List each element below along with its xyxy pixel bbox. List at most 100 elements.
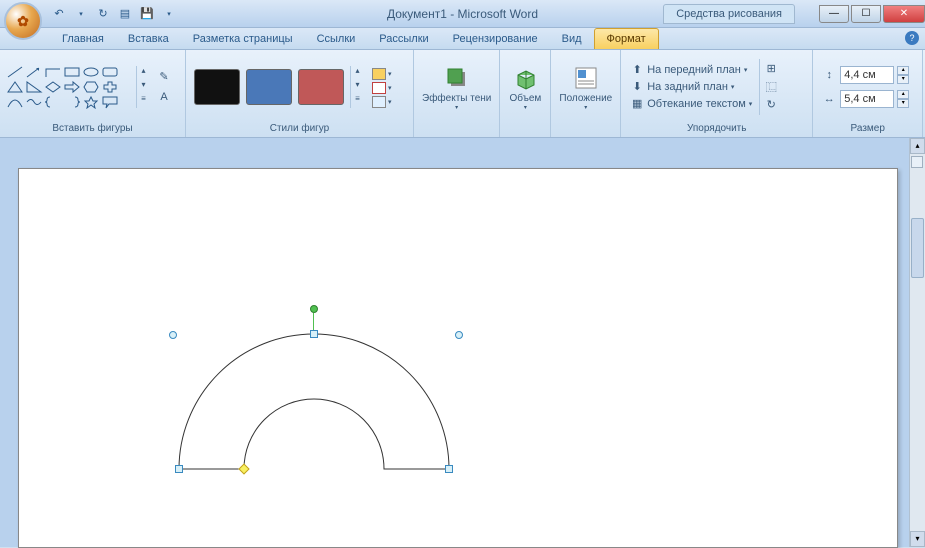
width-input[interactable]: 5,4 см <box>840 90 894 108</box>
pen-icon <box>372 82 386 94</box>
group-label-size: Размер <box>817 121 918 135</box>
change-shape-icon <box>372 96 386 108</box>
shape-rect-icon[interactable] <box>63 65 81 79</box>
position-button[interactable]: Положение ▾ <box>555 61 616 113</box>
shape-curve2-icon[interactable] <box>25 95 43 109</box>
redo-button[interactable]: ↻ <box>94 5 112 23</box>
vertical-scrollbar: ▴ ▾ <box>909 138 925 547</box>
shape-diamond-icon[interactable] <box>44 80 62 94</box>
shape-bracket-icon[interactable] <box>63 95 81 109</box>
group-label-arrange: Упорядочить <box>625 121 808 135</box>
shape-line-icon[interactable] <box>6 65 24 79</box>
shape-curve1-icon[interactable] <box>6 95 24 109</box>
bucket-icon <box>372 68 386 80</box>
scroll-up-button[interactable]: ▴ <box>910 138 925 154</box>
office-button[interactable]: ✿ <box>4 2 42 40</box>
group-label-shadow <box>418 121 495 135</box>
three-d-button[interactable]: Объем ▾ <box>504 61 546 113</box>
scroll-thumb[interactable] <box>911 218 924 278</box>
handle-bottom-right[interactable] <box>445 465 453 473</box>
style-swatch-red[interactable] <box>298 69 344 105</box>
bring-front-button[interactable]: ⬆На передний план▾ <box>627 62 755 78</box>
tab-references[interactable]: Ссылки <box>305 29 368 49</box>
handle-top-right[interactable] <box>455 331 463 339</box>
help-icon[interactable]: ? <box>905 31 919 45</box>
style-gallery-down-icon[interactable]: ▾ <box>351 80 364 94</box>
minimize-button[interactable]: — <box>819 5 849 23</box>
shape-arrowr-icon[interactable] <box>63 80 81 94</box>
handle-top[interactable] <box>310 330 318 338</box>
shape-fill-button[interactable]: ▾ <box>372 68 392 80</box>
tab-home[interactable]: Главная <box>50 29 116 49</box>
shape-brace-icon[interactable] <box>44 95 62 109</box>
tab-insert[interactable]: Вставка <box>116 29 181 49</box>
handle-bottom-left[interactable] <box>175 465 183 473</box>
group-label-shape-styles: Стили фигур <box>190 121 409 135</box>
width-up[interactable]: ▴ <box>897 90 909 99</box>
edit-shape-icon[interactable]: ✎ <box>156 69 172 85</box>
new-doc-button[interactable]: ▤ <box>116 5 134 23</box>
style-gallery-scroll: ▴ ▾ ≡ <box>350 66 364 108</box>
tab-mailings[interactable]: Рассылки <box>367 29 440 49</box>
shape-roundrect-icon[interactable] <box>101 65 119 79</box>
width-down[interactable]: ▾ <box>897 99 909 108</box>
group-insert-shapes: ▴ ▾ ≡ ✎ A Вставить фигуры <box>0 50 186 137</box>
document-page[interactable] <box>18 168 898 548</box>
shape-hex-icon[interactable] <box>82 80 100 94</box>
align-button[interactable]: ⊞ <box>762 61 780 77</box>
tab-review[interactable]: Рецензирование <box>441 29 550 49</box>
close-button[interactable]: ✕ <box>883 5 925 23</box>
shape-star-icon[interactable] <box>82 95 100 109</box>
shape-elbow-icon[interactable] <box>44 65 62 79</box>
shadow-effects-button[interactable]: Эффекты тени ▾ <box>418 61 495 113</box>
shape-fill-outline: ▾ ▾ ▾ <box>372 66 392 108</box>
tab-format[interactable]: Формат <box>594 28 659 49</box>
handle-top-left[interactable] <box>169 331 177 339</box>
shadow-icon <box>442 63 472 93</box>
maximize-button[interactable]: ☐ <box>851 5 881 23</box>
shape-plus-icon[interactable] <box>101 80 119 94</box>
scroll-down-button[interactable]: ▾ <box>910 531 925 547</box>
shape-arrow-icon[interactable] <box>25 65 43 79</box>
position-label: Положение <box>559 93 612 104</box>
shape-callout-icon[interactable] <box>101 95 119 109</box>
gallery-up-icon[interactable]: ▴ <box>137 66 150 80</box>
rotation-handle[interactable] <box>310 305 318 313</box>
style-swatch-black[interactable] <box>194 69 240 105</box>
height-input[interactable]: 4,4 см <box>840 66 894 84</box>
shapes-gallery <box>4 63 134 111</box>
rotate-button[interactable]: ↻ <box>762 97 780 113</box>
shape-triangle-icon[interactable] <box>6 80 24 94</box>
qat-customize[interactable]: ▾ <box>160 5 178 23</box>
width-icon: ↔ <box>821 93 837 105</box>
shape-oval-icon[interactable] <box>82 65 100 79</box>
height-up[interactable]: ▴ <box>897 66 909 75</box>
selected-shape-arch[interactable] <box>159 309 469 492</box>
change-shape-button[interactable]: ▾ <box>372 96 392 108</box>
title-bar: ✿ ↶ ▾ ↻ ▤ 💾 ▾ Документ1 - Microsoft Word… <box>0 0 925 28</box>
style-gallery-more-icon[interactable]: ≡ <box>351 94 364 108</box>
style-gallery-up-icon[interactable]: ▴ <box>351 66 364 80</box>
undo-button[interactable]: ↶ <box>50 5 68 23</box>
shadow-effects-label: Эффекты тени <box>422 93 491 104</box>
gallery-down-icon[interactable]: ▾ <box>137 80 150 94</box>
browse-object-button[interactable] <box>911 156 923 168</box>
group-arrange: ⬆На передний план▾ ⬇На задний план▾ ▦Обт… <box>621 50 813 137</box>
gallery-more-icon[interactable]: ≡ <box>137 94 150 108</box>
arrange-tools: ⊞ ⿺ ↻ <box>759 59 782 115</box>
shape-outline-button[interactable]: ▾ <box>372 82 392 94</box>
height-row: ↕ 4,4 см ▴▾ <box>821 66 909 84</box>
height-icon: ↕ <box>821 69 837 81</box>
group-button[interactable]: ⿺ <box>762 79 780 95</box>
style-swatch-blue[interactable] <box>246 69 292 105</box>
height-down[interactable]: ▾ <box>897 75 909 84</box>
undo-dropdown[interactable]: ▾ <box>72 5 90 23</box>
shapes-gallery-scroll: ▴ ▾ ≡ <box>136 66 150 108</box>
text-box-icon[interactable]: A <box>156 89 172 105</box>
send-back-button[interactable]: ⬇На задний план▾ <box>627 79 755 95</box>
tab-view[interactable]: Вид <box>550 29 594 49</box>
save-button[interactable]: 💾 <box>138 5 156 23</box>
text-wrap-button[interactable]: ▦Обтекание текстом▾ <box>627 96 755 112</box>
tab-layout[interactable]: Разметка страницы <box>181 29 305 49</box>
shape-rtriangle-icon[interactable] <box>25 80 43 94</box>
